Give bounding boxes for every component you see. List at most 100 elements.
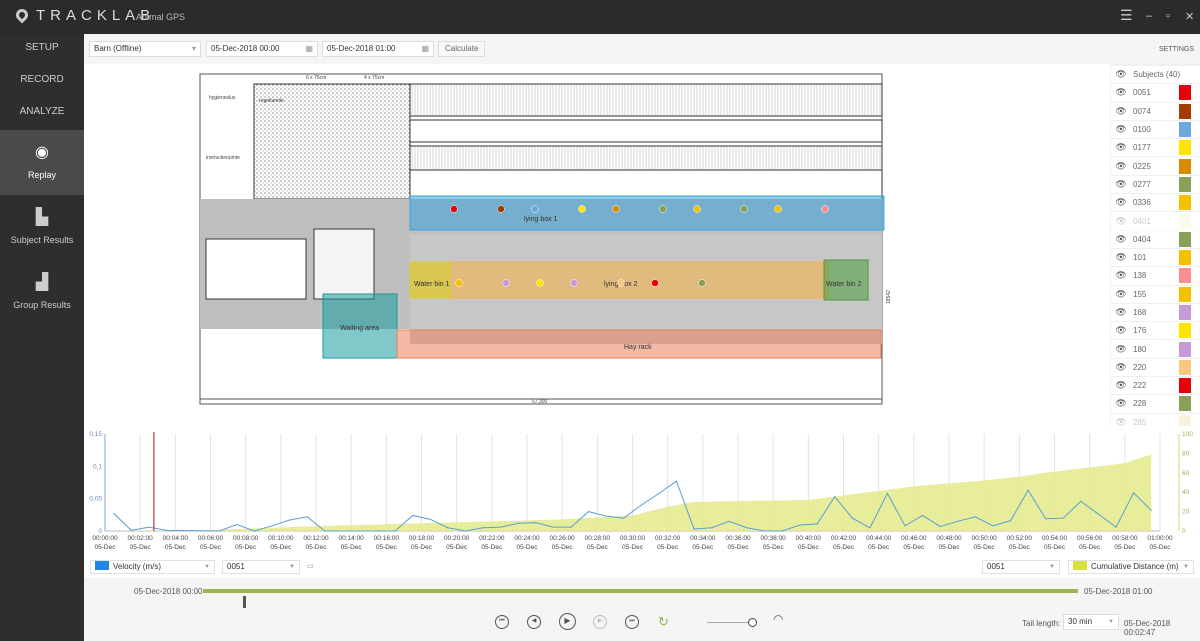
eye-icon[interactable]: 👁 [1111,124,1131,135]
sidebar-item-analyze[interactable]: ANALYZE [0,98,84,130]
sidebar-item-setup[interactable]: SETUP [0,34,84,66]
eye-icon[interactable]: 👁 [1111,362,1131,373]
subject-row[interactable]: 👁 0051 [1111,84,1200,103]
subject-row[interactable]: 👁 176 [1111,322,1200,341]
subject-row[interactable]: 👁 220 [1111,359,1200,378]
speed-gauge-icon: ◠ [773,612,784,626]
subject-row[interactable]: 👁 168 [1111,304,1200,323]
sidebar-item-replay[interactable]: ◉ Replay [0,130,84,195]
velocity-point [324,530,326,532]
subject-color-swatch[interactable] [1179,396,1191,412]
subject-row[interactable]: 👁 180 [1111,340,1200,359]
eye-icon[interactable]: 👁 [1111,179,1131,190]
sidebar-item-group-results[interactable]: ▟ Group Results [0,260,84,325]
eye-icon[interactable]: 👁 [1111,106,1131,117]
play-button[interactable]: ▶ [559,613,576,630]
left-metric-select[interactable]: Velocity (m/s) ▼ [90,560,215,574]
eye-icon[interactable]: 👁 [1111,417,1131,426]
subject-row[interactable]: 👁 285 [1111,414,1200,426]
subject-color-swatch[interactable] [1179,323,1191,339]
left-subject-select[interactable]: 0051 ▼ [222,560,300,574]
subject-color-swatch[interactable] [1179,341,1191,357]
eye-icon[interactable]: 👁 [1111,216,1131,227]
calendar-icon[interactable]: ▦ [305,42,313,56]
calculate-button[interactable]: Calculate [438,41,486,57]
subject-row[interactable]: 👁 0404 [1111,231,1200,249]
step-back-button[interactable]: ◀ [527,615,541,629]
minimize-icon[interactable]: – [1146,10,1152,22]
subject-color-swatch[interactable] [1179,414,1191,426]
menu-icon[interactable]: ☰ [1120,7,1133,24]
subject-row[interactable]: 👁 101 [1111,249,1200,268]
subject-color-swatch[interactable] [1179,195,1191,211]
subject-row[interactable]: 👁 0277 [1111,176,1200,195]
eye-icon[interactable]: 👁 [1111,87,1131,98]
eye-icon[interactable]: 👁 [1111,197,1131,208]
subject-row[interactable]: 👁 222 [1111,377,1200,396]
eye-icon[interactable]: 👁 [1111,325,1131,336]
tail-length-select[interactable]: 30 min ▼ [1063,614,1119,630]
subject-color-swatch[interactable] [1179,213,1191,229]
settings-button[interactable]: SETTINGS [1159,46,1194,53]
calendar-icon[interactable]: ▦ [421,42,429,56]
y-left-tick-label: 0,15 [89,431,102,438]
eye-icon[interactable]: 👁 [1111,161,1131,172]
restore-icon[interactable]: ▫ [1166,10,1170,22]
close-icon[interactable]: ✕ [1185,10,1194,23]
eye-icon[interactable]: 👁 [1111,307,1131,318]
loop-icon[interactable]: ↻ [658,614,669,630]
subject-color-swatch[interactable] [1179,140,1191,156]
velocity-point [728,520,730,522]
subject-row[interactable]: 👁 0177 [1111,139,1200,158]
source-select[interactable]: Barn (Offline) ▾ [89,41,201,57]
eye-icon[interactable]: 👁 [1111,69,1131,80]
right-subject-select[interactable]: 0051 ▼ [982,560,1060,574]
eye-icon[interactable]: 👁 [1111,344,1131,355]
timeline-slider[interactable] [203,589,1078,608]
velocity-point [289,519,291,521]
velocity-point [535,521,537,524]
zone-label: Hay rack [624,344,652,351]
velocity-point [974,516,976,518]
subject-row[interactable]: 👁 0225 [1111,157,1200,176]
sidebar-item-record[interactable]: RECORD [0,66,84,98]
eye-icon[interactable]: 👁 [1111,398,1131,409]
subject-color-swatch[interactable] [1179,85,1191,101]
subject-row[interactable]: 👁 228 [1111,395,1200,414]
subject-color-swatch[interactable] [1179,250,1191,266]
start-date-field[interactable]: 05-Dec-2018 00:00 ▦ [206,41,318,57]
timeline-handle[interactable] [242,596,246,608]
subject-row[interactable]: 👁 0336 [1111,194,1200,213]
subject-color-swatch[interactable] [1179,305,1191,320]
link-icon[interactable]: ▭ [307,562,314,570]
subject-row[interactable]: 👁 138 [1111,267,1200,286]
subject-color-swatch[interactable] [1179,378,1191,394]
velocity-distance-chart[interactable]: 00:00:00 05-Dec 00:02:00 05-Dec 00:04:00 05-D… [84,426,1200,556]
subject-color-swatch[interactable] [1179,286,1191,302]
subject-row[interactable]: 👁 0074 [1111,103,1200,121]
subject-color-swatch[interactable] [1179,103,1191,119]
sidebar-item-subject-results[interactable]: ▙ Subject Results [0,195,84,260]
subject-row[interactable]: 👁 0100 [1111,121,1200,140]
eye-icon[interactable]: 👁 [1111,380,1131,391]
step-forward-button[interactable]: ▶ [593,615,607,629]
right-metric-select[interactable]: Cumulative Distance (m) ▼ [1068,560,1194,574]
subject-color-swatch[interactable] [1179,158,1191,174]
subject-row[interactable]: 👁 155 [1111,286,1200,304]
end-date-field[interactable]: 05-Dec-2018 01:00 ▦ [322,41,434,57]
eye-icon[interactable]: 👁 [1111,142,1131,153]
subject-color-swatch[interactable] [1179,122,1191,138]
subject-row[interactable]: 👁 0401 [1111,212,1200,231]
eye-icon[interactable]: 👁 [1111,234,1131,245]
eye-icon[interactable]: 👁 [1111,289,1131,300]
floor-plan-map[interactable]: hygieneslus regeltumtle instructieruimte… [84,64,1110,426]
eye-icon[interactable]: 👁 [1111,252,1131,263]
subject-color-swatch[interactable] [1179,176,1191,192]
subject-color-swatch[interactable] [1179,359,1191,375]
skip-to-end-button[interactable]: ⏭ [625,615,639,629]
subject-color-swatch[interactable] [1179,268,1191,284]
subject-color-swatch[interactable] [1179,231,1191,247]
skip-to-start-button[interactable]: ⏮ [495,615,509,629]
eye-icon[interactable]: 👁 [1111,270,1131,281]
speed-slider-handle[interactable] [748,618,757,627]
